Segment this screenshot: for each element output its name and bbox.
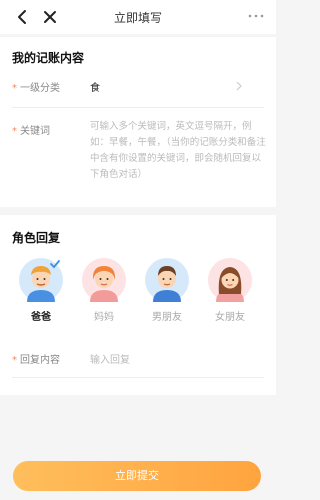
check-icon [50, 260, 60, 269]
required-mark: * [12, 126, 17, 137]
category-label: 一级分类 [20, 83, 60, 94]
avatar-option-girlfriend[interactable]: 女朋友 [204, 258, 256, 323]
keyword-input[interactable]: 可输入多个关键词，英文逗号隔开，例如：早餐，午餐，（当你的记账分类和备注中含有你… [90, 119, 266, 183]
boyfriend-avatar-icon [145, 258, 189, 302]
avatar-option-mom[interactable]: 妈妈 [78, 258, 130, 323]
category-label-row: * 一级分类 [12, 79, 60, 94]
avatar-name: 妈妈 [94, 312, 114, 323]
reply-label: 回复内容 [20, 355, 60, 366]
record-section-title: 我的记账内容 [12, 51, 85, 65]
girlfriend-avatar-icon [208, 258, 252, 302]
avatar-list: 爸爸 妈妈 男朋友 女朋友 [0, 258, 276, 338]
required-mark: * [12, 83, 17, 94]
nav-bar: 立即填写 [0, 0, 276, 34]
avatar-option-dad[interactable]: 爸爸 [15, 258, 67, 323]
role-card: 角色回复 爸爸 妈妈 男朋友 女朋友 * 回复内容 输入回复 [0, 215, 276, 395]
divider [12, 107, 264, 108]
chevron-right-icon[interactable] [235, 80, 243, 92]
keyword-label-row: * 关键词 [12, 122, 50, 137]
divider [12, 377, 264, 378]
avatar-name: 爸爸 [31, 312, 51, 323]
category-select[interactable]: 食 [90, 79, 100, 94]
required-mark: * [12, 355, 17, 366]
submit-button[interactable]: 立即提交 [13, 461, 261, 491]
avatar-name: 男朋友 [152, 312, 182, 323]
avatar-name: 女朋友 [215, 312, 245, 323]
reply-label-row: * 回复内容 [12, 351, 60, 366]
keyword-label: 关键词 [20, 126, 50, 137]
page-title: 立即填写 [113, 11, 162, 25]
reply-input[interactable]: 输入回复 [90, 351, 130, 366]
mom-avatar-icon [82, 258, 126, 302]
more-dots-icon[interactable] [246, 9, 266, 23]
avatar-option-boyfriend[interactable]: 男朋友 [141, 258, 193, 323]
record-card: 我的记账内容 * 一级分类 食 * 关键词 可输入多个关键词，英文逗号隔开，例如：早… [0, 37, 276, 207]
role-section-title: 角色回复 [12, 231, 61, 245]
